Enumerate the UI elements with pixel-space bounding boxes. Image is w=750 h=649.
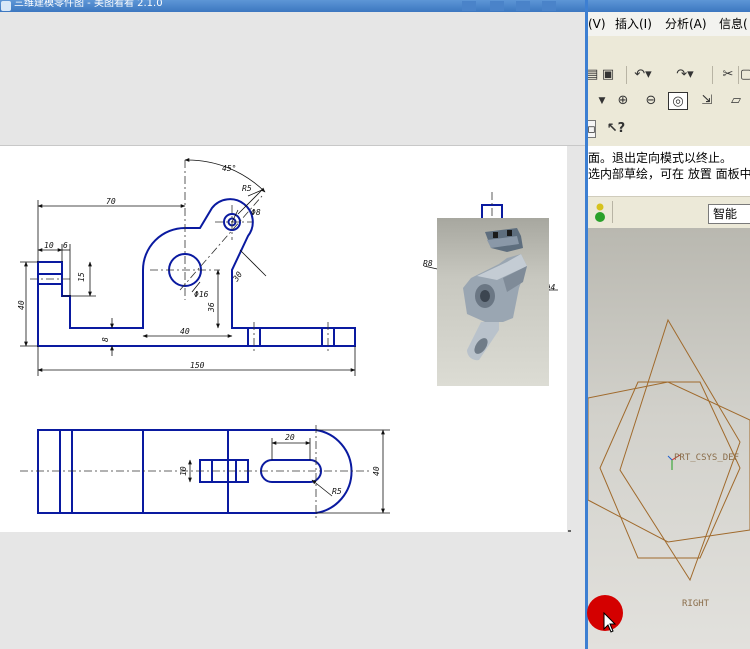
menu-insert[interactable]: 插入(I)	[615, 12, 652, 36]
zoom-in-icon[interactable]: ⊕	[612, 92, 634, 110]
app-icon	[1, 1, 11, 11]
front-view-dimension-text: 70 10 6 15 40 8 40 36 30 Φ16 R5 Φ8 45° 1…	[17, 164, 261, 370]
selection-filter-dropdown[interactable]: 智能	[708, 204, 750, 224]
dim-angle-45: 45°	[222, 164, 236, 173]
scroll-indicator	[568, 530, 571, 532]
dim-6: 6	[63, 241, 68, 250]
menu-view[interactable]: (V)	[588, 12, 606, 36]
dim-phi16: Φ16	[194, 290, 209, 299]
front-view-dimensions	[20, 157, 356, 376]
csys-label: PRT_CSYS_DEF	[674, 453, 740, 463]
undo-icon[interactable]: ↶▾	[632, 66, 654, 84]
dim-r8: R8	[423, 259, 433, 268]
dim-40-height: 40	[17, 300, 26, 310]
dim-phi8: Φ8	[251, 208, 261, 217]
cad-menubar: (V) 插入(I) 分析(A) 信息(	[588, 12, 750, 36]
dim-70: 70	[106, 197, 116, 206]
viewer-title: 三维建模零件图 - 美图看看 2.1.0	[14, 0, 163, 9]
toolbar-separator	[738, 66, 739, 84]
toolbar-separator	[626, 66, 627, 84]
dim-8: 8	[101, 337, 110, 342]
dim-10: 10	[44, 241, 54, 250]
dim-20: 20	[285, 433, 295, 442]
dim-150: 150	[190, 361, 205, 370]
sketch-icon[interactable]: ▫	[588, 120, 596, 138]
toolbar-separator	[712, 66, 713, 84]
zoom-out-icon[interactable]: ⊖	[640, 92, 662, 110]
toolbar-row-3: ▫ ↖?	[588, 116, 750, 142]
copy-icon[interactable]: ▢	[740, 66, 750, 84]
status-separator	[612, 201, 613, 223]
toolbar-row-1: ▤ ▣ ↶▾ ↷▾ ✂ ▢	[588, 62, 750, 88]
save-icon[interactable]: ▣	[598, 66, 618, 84]
help-icon[interactable]: ↖?	[606, 120, 626, 138]
chevron-down-icon[interactable]: ▼	[596, 92, 608, 110]
cad-window: (V) 插入(I) 分析(A) 信息( ▤ ▣ ↶▾ ↷▾ ✂ ▢ ▼ ⊕ ⊖ …	[588, 0, 750, 649]
image-viewer-window: 三维建模零件图 - 美图看看 2.1.0 70 10 6 15 40 8 40 …	[0, 0, 585, 649]
3d-part-svg	[463, 228, 527, 361]
redo-icon[interactable]: ↷▾	[674, 66, 696, 84]
menu-analysis[interactable]: 分析(A)	[665, 12, 707, 36]
menu-info[interactable]: 信息(	[719, 12, 748, 36]
regen-status-icon	[595, 203, 605, 222]
dim-36: 36	[207, 302, 216, 313]
toolbar-row-2: ▼ ⊕ ⊖ ◎ ⇲ ▱	[588, 88, 750, 114]
graphics-window[interactable]: PRT_CSYS_DEF RIGHT	[588, 228, 750, 649]
refit-icon[interactable]: ◎	[668, 92, 688, 110]
dim-40-center: 40	[180, 327, 190, 336]
dim-40-top: 40	[372, 466, 381, 476]
message-area: 面。退出定向模式以终止。 选内部草绘，可在 放置 面板中	[588, 146, 750, 196]
status-bar: 智能	[588, 196, 750, 228]
datum-plane-label: RIGHT	[682, 599, 710, 609]
viewer-maximize-button[interactable]	[516, 1, 530, 11]
top-view	[37, 429, 353, 514]
dim-r5-top: R5	[332, 487, 342, 496]
cad-title-bar[interactable]	[588, 0, 750, 12]
viewer-title-bar[interactable]: 三维建模零件图 - 美图看看 2.1.0	[0, 0, 585, 12]
viewer-skin-button[interactable]	[462, 1, 476, 11]
3d-render-image	[437, 218, 549, 386]
datum-planes-svg	[588, 318, 750, 582]
message-line-2: 选内部草绘，可在 放置 面板中	[588, 167, 750, 181]
datum-plane-right	[599, 381, 741, 559]
orient-icon[interactable]: ⇲	[696, 92, 718, 110]
message-line-1: 面。退出定向模式以终止。	[588, 151, 733, 165]
dim-10-top: 10	[179, 466, 188, 476]
viewer-minimize-button[interactable]	[490, 1, 504, 11]
dim-r5-front: R5	[242, 184, 252, 193]
cut-icon[interactable]: ✂	[720, 66, 736, 84]
viewer-close-button[interactable]	[542, 1, 556, 11]
mouse-cursor-icon	[603, 612, 617, 633]
datum-plane-front	[619, 318, 741, 582]
desktop: 三维建模零件图 - 美图看看 2.1.0 70 10 6 15 40 8 40 …	[0, 0, 750, 649]
top-view-dimensions	[188, 429, 390, 514]
open-icon[interactable]: ▤	[588, 66, 598, 84]
dim-15: 15	[77, 272, 86, 282]
display-icon[interactable]: ▱	[724, 92, 748, 110]
